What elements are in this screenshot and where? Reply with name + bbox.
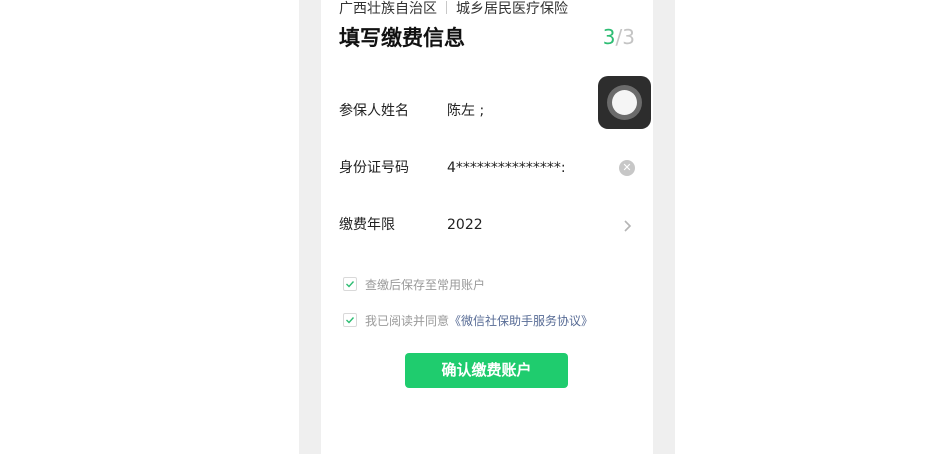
payment-year-row[interactable]: 缴费年限 2022 xyxy=(339,213,635,237)
payment-year-label: 缴费年限 xyxy=(339,217,395,233)
id-number-input[interactable]: 4***************: xyxy=(447,156,566,180)
check-icon xyxy=(346,317,355,324)
breadcrumb: 广西壮族自治区 城乡居民医疗保险 xyxy=(339,0,568,18)
chevron-right-icon[interactable] xyxy=(619,217,635,233)
step-indicator: 3/3 xyxy=(603,25,635,49)
save-account-checkbox[interactable] xyxy=(343,277,357,291)
page-title: 填写缴费信息 xyxy=(339,26,465,50)
step-total: /3 xyxy=(615,25,635,49)
save-account-label: 查缴后保存至常用账户 xyxy=(365,278,486,292)
phone-screen: 广西壮族自治区城乡居民医疗保险 填写缴费信息 3/3 参保人姓名 陈左 ; ✕ … xyxy=(299,0,675,454)
step-current: 3 xyxy=(602,25,616,49)
breadcrumb-divider xyxy=(446,1,447,14)
assistive-touch-core-icon xyxy=(612,90,637,115)
save-account-option[interactable]: 查缴后保存至常用账户 xyxy=(343,276,485,294)
payment-year-value: 2022 xyxy=(447,217,483,233)
confirm-payment-account-button[interactable]: 确认缴费账户 xyxy=(405,353,568,388)
name-label: 参保人姓名 xyxy=(339,103,409,119)
service-label: 城乡居民医疗保险 xyxy=(456,1,568,17)
name-input[interactable]: 陈左 ; xyxy=(447,99,484,123)
name-field-row[interactable]: 参保人姓名 陈左 ; ✕ xyxy=(339,99,635,123)
agreement-link[interactable]: 《微信社保助手服务协议》 xyxy=(449,314,593,328)
form-card: 广西壮族自治区城乡居民医疗保险 填写缴费信息 3/3 参保人姓名 陈左 ; ✕ … xyxy=(321,0,653,454)
clear-icon[interactable]: ✕ xyxy=(619,160,635,176)
id-number-field-row[interactable]: 身份证号码 4***************: ✕ xyxy=(339,156,635,180)
assistive-touch-button[interactable] xyxy=(598,76,651,129)
region-label: 广西壮族自治区 xyxy=(339,1,437,17)
agreement-option[interactable]: 我已阅读并同意《微信社保助手服务协议》 xyxy=(343,312,593,330)
left-background xyxy=(0,0,299,454)
id-number-label: 身份证号码 xyxy=(339,160,409,176)
agreement-checkbox[interactable] xyxy=(343,313,357,327)
check-icon xyxy=(346,281,355,288)
agreement-prefix: 我已阅读并同意 xyxy=(365,314,450,328)
